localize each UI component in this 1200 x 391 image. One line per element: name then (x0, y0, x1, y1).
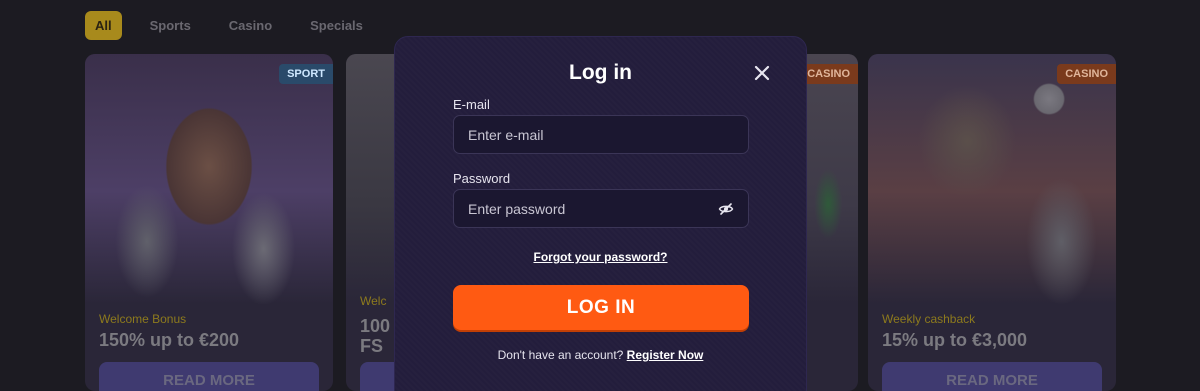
category-filters: All Sports Casino Specials (85, 11, 373, 40)
signup-prompt: Don't have an account? (497, 348, 627, 362)
filter-all[interactable]: All (85, 11, 122, 40)
promo-card-cashback[interactable]: CASINO Weekly cashback 15% up to €3,000 … (868, 54, 1116, 391)
login-button[interactable]: LOG IN (453, 285, 749, 330)
signup-row: Don't have an account? Register Now (395, 348, 806, 362)
promo-label: Welc (360, 294, 387, 308)
filter-casino[interactable]: Casino (219, 11, 282, 40)
category-badge: CASINO (799, 64, 858, 84)
password-field-wrapper (453, 189, 749, 228)
email-field-wrapper (453, 115, 749, 154)
read-more-button[interactable]: READ MORE (882, 362, 1102, 391)
filter-specials[interactable]: Specials (300, 11, 373, 40)
promo-card-sport[interactable]: SPORT Welcome Bonus 150% up to €200 READ… (85, 54, 333, 391)
promo-title: 150% up to €200 (99, 330, 240, 350)
filter-sports[interactable]: Sports (140, 11, 201, 40)
password-label: Password (453, 171, 511, 186)
promo-title: 15% up to €3,000 (882, 330, 1028, 350)
promo-title: 100 FS (360, 316, 390, 356)
promo-image (85, 54, 333, 304)
category-badge: CASINO (1057, 64, 1116, 84)
modal-title: Log in (569, 61, 632, 84)
promo-title-line: 100 (360, 316, 391, 336)
email-input[interactable] (468, 126, 734, 143)
email-label: E-mail (453, 97, 490, 112)
category-badge: SPORT (279, 64, 333, 84)
promo-label: Welcome Bonus (99, 312, 187, 326)
read-more-button[interactable]: READ MORE (99, 362, 319, 391)
forgot-password-row: Forgot your password? (395, 248, 806, 266)
forgot-password-link[interactable]: Forgot your password? (533, 250, 667, 264)
password-input[interactable] (468, 200, 718, 217)
promo-image (868, 54, 1116, 304)
promo-title-line: FS (360, 336, 384, 356)
eye-off-icon[interactable] (718, 201, 734, 217)
promo-label: Weekly cashback (882, 312, 976, 326)
close-icon[interactable] (752, 63, 772, 83)
register-link[interactable]: Register Now (627, 348, 704, 362)
login-modal: Log in E-mail Password Forgot your passw… (394, 36, 807, 391)
